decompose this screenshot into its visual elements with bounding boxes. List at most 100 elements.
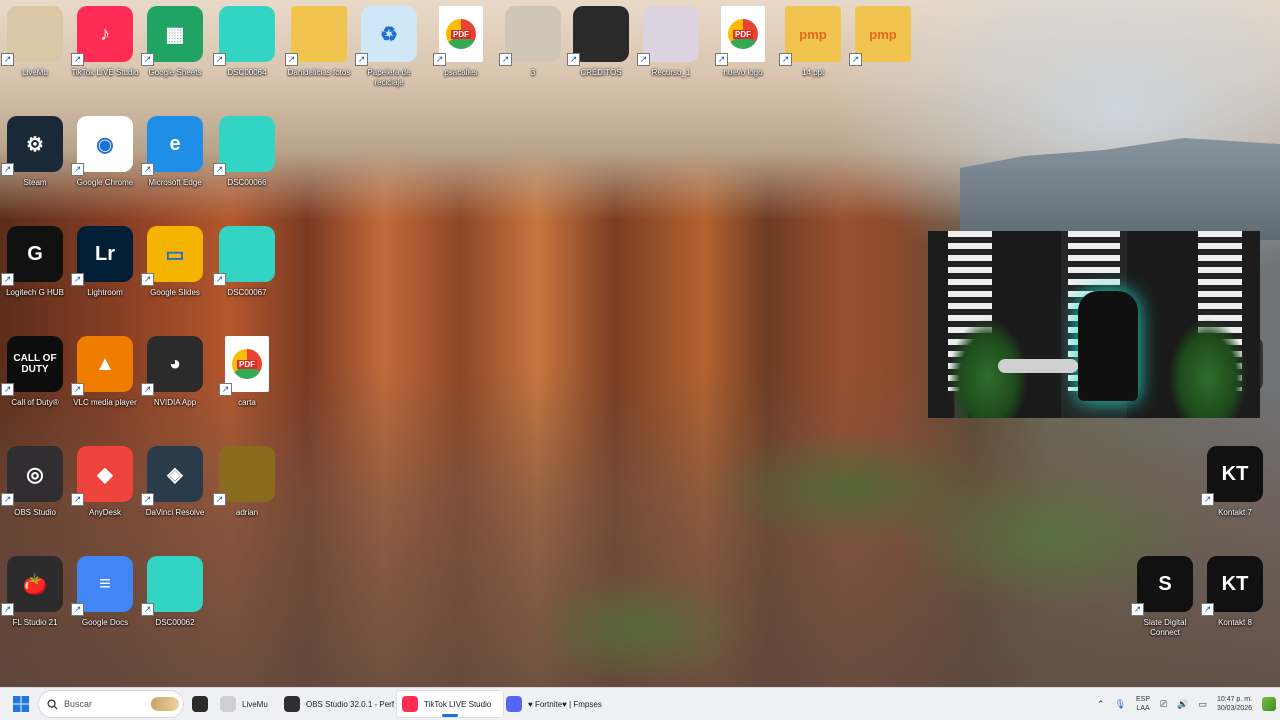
shortcut-arrow-icon: ↗ [141,603,154,616]
desktop-icon[interactable]: pmp ↗ 14 ppi [778,2,848,108]
desktop-icon-label: 3 [530,68,536,77]
desktop-icon[interactable]: Lr ↗ Lightroom [70,222,140,328]
desktop-icon[interactable]: ◉ ↗ Google Chrome [70,112,140,218]
desktop-icon[interactable]: ≡ ↗ Google Docs [70,552,140,658]
taskbar-app-button[interactable]: OBS Studio 32.0.1 - Perf [278,690,402,718]
shortcut-arrow-icon: ↗ [433,53,446,66]
desktop-icon[interactable]: PDF ↗ nuevo logo [708,2,778,108]
shortcut-arrow-icon: ↗ [213,273,226,286]
desktop-icon[interactable]: PDF ↗ psacalles [426,2,496,108]
livemu-icon [220,696,236,712]
desktop-icon[interactable]: CALL OF DUTY ↗ Call of Duty® [0,332,70,438]
recycle-bin-icon: ♻ ↗ [355,6,417,66]
desktop-icon[interactable]: S ↗ Slate Digital Connect [1130,552,1200,658]
shortcut-arrow-icon: ↗ [567,53,580,66]
google-docs-icon: ≡ ↗ [71,556,133,616]
shortcut-arrow-icon: ↗ [141,493,154,506]
taskbar-app-button[interactable]: LiveMu [214,690,282,718]
desktop-icon[interactable]: ↗ Danidelicias fotos [284,2,354,108]
desktop-icon[interactable]: KT ↗ Kontakt 7 [1200,442,1270,548]
shortcut-arrow-icon: ↗ [71,273,84,286]
desktop-icon[interactable]: ♻ ↗ Papelera de reciclaje [354,2,424,108]
desktop-icon[interactable]: ↗ CRÉDITOS [566,2,636,108]
desktop-icon[interactable]: ◈ ↗ DaVinci Resolve [140,442,210,548]
desktop-icon-label: Logitech G HUB [6,288,64,297]
volume-icon[interactable]: 🔊 [1177,699,1188,710]
google-sheets-icon: ▦ ↗ [141,6,203,66]
notification-icon[interactable] [1262,697,1276,711]
taskbar-app-button[interactable]: TikTok LIVE Studio [396,690,504,718]
desktop-icon[interactable]: ▦ ↗ Google Sheets [140,2,210,108]
desktop-icon[interactable]: ↗ DSC00062 [140,552,210,658]
network-icon[interactable]: ⎚ [1160,699,1167,710]
desktop-icon[interactable]: ↗ DSC00067 [212,222,282,328]
desktop-icon-label: TikTok LIVE Studio [71,68,139,77]
language-indicator[interactable]: ESP LAA [1136,695,1150,713]
desktop-icon[interactable]: KT ↗ Kontakt 8 [1200,552,1270,658]
desktop-icon-label: Slate Digital Connect [1143,618,1187,637]
desktop-icon[interactable]: ◆ ↗ AnyDesk [70,442,140,548]
desktop-icon[interactable]: ⚙ ↗ Steam [0,112,70,218]
desktop-icon[interactable]: ↗ DSC00064 [212,2,282,108]
shortcut-arrow-icon: ↗ [1,493,14,506]
shortcut-arrow-icon: ↗ [1,163,14,176]
shortcut-arrow-icon: ↗ [141,273,154,286]
desktop-icon[interactable]: ◎ ↗ OBS Studio [0,442,70,548]
davinci-icon: ◈ ↗ [141,446,203,506]
background-hills [960,138,1280,240]
image-thumbnail-icon: ↗ [213,116,275,176]
image-thumbnail-icon: ↗ [213,226,275,286]
folder-icon: pmp ↗ [779,6,841,66]
start-button[interactable] [12,690,30,718]
chrome-icon: ◉ ↗ [71,116,133,176]
desktop-icon[interactable]: e ↗ Microsoft Edge [140,112,210,218]
taskbar-app-button[interactable]: ♥ Fortnite♥ | Fmpses [500,690,624,718]
desktop-icon[interactable]: G ↗ Logitech G HUB [0,222,70,328]
shortcut-arrow-icon: ↗ [141,53,154,66]
taskbar: Buscar LiveMu OBS Studio 32.0.1 - Perf Tik… [0,687,1280,720]
clock[interactable]: 10:47 p. m. 30/03/2026 [1217,695,1252,713]
desktop-icon-label: carta [238,398,256,407]
keyboard-layout: LAA [1136,705,1150,712]
desktop-icon[interactable]: 🍅 ↗ FL Studio 21 [0,552,70,658]
obs-icon [284,696,300,712]
shortcut-arrow-icon: ↗ [71,493,84,506]
task-view-icon [192,696,208,712]
folder-icon: ↗ [285,6,347,66]
desktop-icon[interactable]: ↗ LiveMu [0,2,70,108]
desktop-icon[interactable]: PDF ↗ carta [212,332,282,438]
shortcut-arrow-icon: ↗ [71,603,84,616]
tiktok-live-icon [402,696,418,712]
shortcut-arrow-icon: ↗ [213,493,226,506]
desktop-icon[interactable]: pmp ↗ [848,2,918,108]
desktop-icon-label: nuevo logo [723,68,763,77]
task-view-button[interactable] [192,690,208,718]
desktop-icon-label: DSC00067 [227,288,267,297]
shortcut-arrow-icon: ↗ [141,163,154,176]
shortcut-arrow-icon: ↗ [1,273,14,286]
webcam-preview-window[interactable] [928,231,1260,418]
desktop-icon[interactable]: ▭ ↗ Google Slides [140,222,210,328]
system-tray: ⌃ 🎙 ESP LAA ⎚ 🔊 ▭ 10:47 p. m. 30/03/2026 [1097,688,1276,720]
desktop-icon-label: psacalles [444,68,478,77]
obs-icon: ◎ ↗ [1,446,63,506]
desktop-icon[interactable]: ↗ DSC00066 [212,112,282,218]
microphone-icon[interactable]: 🎙 [1115,699,1126,710]
desktop-icon[interactable]: ♪ ↗ TikTok LIVE Studio [70,2,140,108]
desktop-icon[interactable]: ↗ Recurso_1 [636,2,706,108]
taskbar-search-box[interactable]: Buscar [38,690,184,718]
desktop-icon[interactable]: ↗ 3 [498,2,568,108]
desktop-icon-label: Call of Duty® [11,398,59,407]
desktop-icon[interactable]: ↗ adrian [212,442,282,548]
image-thumbnail-icon: ↗ [499,6,561,66]
battery-icon[interactable]: ▭ [1198,699,1207,710]
chevron-up-icon[interactable]: ⌃ [1097,699,1105,710]
shortcut-arrow-icon: ↗ [71,383,84,396]
desktop-icon-label: Danidelicias fotos [287,68,351,77]
desktop-icon[interactable]: ◕ ↗ NVIDIA App [140,332,210,438]
desktop-icon-label: Recurso_1 [651,68,691,77]
image-thumbnail-icon: ↗ [637,6,699,66]
taskbar-app-label: LiveMu [242,699,268,709]
desktop-icon[interactable]: ▲ ↗ VLC media player [70,332,140,438]
desktop-icon-label: VLC media player [73,398,137,407]
